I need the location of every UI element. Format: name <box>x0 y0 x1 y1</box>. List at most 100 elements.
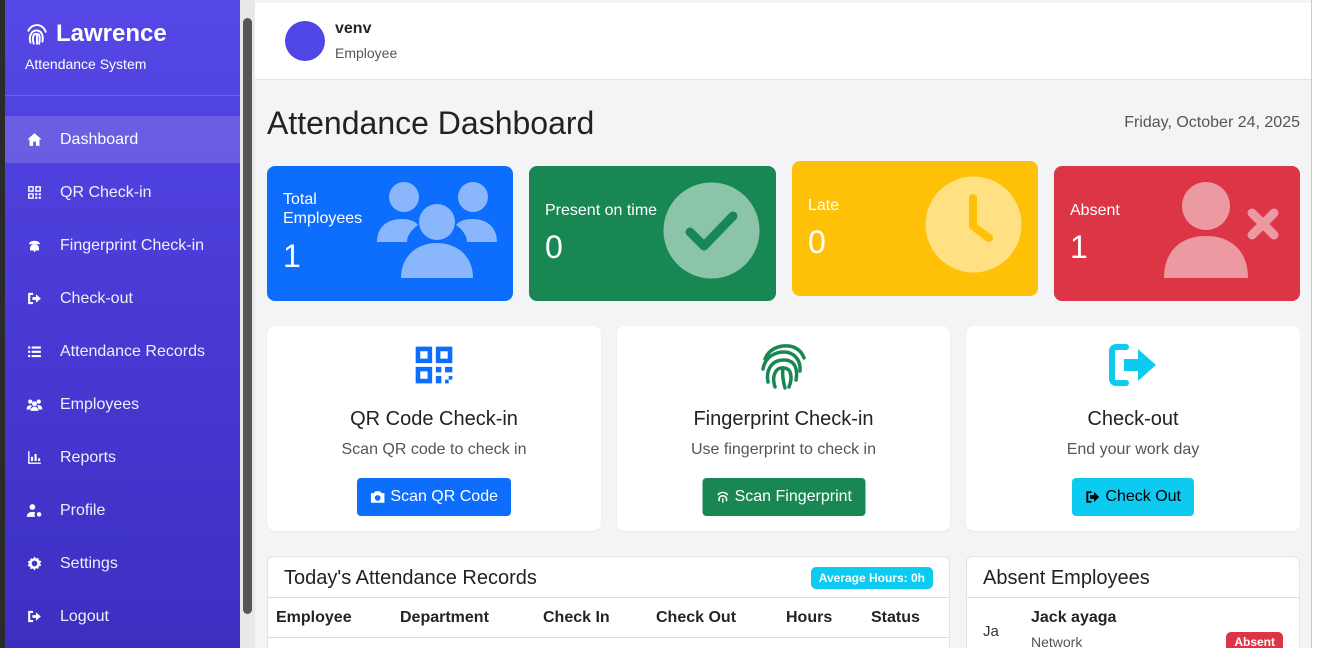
sign-out-icon <box>1086 491 1100 503</box>
list-icon <box>24 342 44 362</box>
card-description: Scan QR code to check in <box>341 441 527 458</box>
avatar[interactable] <box>285 21 325 61</box>
card-header: Today's Attendance Records Average Hours… <box>268 557 949 598</box>
stat-label: Present on time <box>545 202 658 219</box>
logout-icon <box>24 607 44 627</box>
sidebar-item-profile[interactable]: Profile <box>5 487 240 534</box>
stat-label: Absent <box>1070 202 1120 219</box>
qrcode-icon <box>415 346 453 384</box>
fingerprint-icon <box>27 24 47 45</box>
user-cog-icon <box>24 501 44 521</box>
sidebar-item-dashboard[interactable]: Dashboard <box>5 116 240 163</box>
camera-icon <box>370 491 385 503</box>
sidebar-item-label: Dashboard <box>60 130 139 148</box>
column-header[interactable]: Check In <box>543 609 610 627</box>
card-title: QR Code Check-in <box>350 408 518 430</box>
brand-subtitle: Attendance System <box>25 56 147 72</box>
sidebar-item-reports[interactable]: Reports <box>5 434 240 481</box>
sidebar-item-logout[interactable]: Logout <box>5 593 240 640</box>
gear-icon <box>24 554 44 574</box>
card-title: Absent Employees <box>983 567 1150 589</box>
sidebar-item-qr-checkin[interactable]: QR Check-in <box>5 169 240 216</box>
sidebar-item-fingerprint-checkin[interactable]: Fingerprint Check-in <box>5 222 240 269</box>
sidebar-item-label: Profile <box>60 501 106 519</box>
sign-out-icon <box>1109 344 1156 386</box>
sidebar-item-attendance-records[interactable]: Attendance Records <box>5 328 240 375</box>
stat-card-late: Late 0 <box>792 161 1038 296</box>
check-circle-icon <box>663 182 760 279</box>
stat-value: 0 <box>808 224 826 260</box>
employee-department: Network <box>1031 634 1083 648</box>
employee-name[interactable]: Jack ayaga <box>1031 609 1116 627</box>
divider <box>967 597 1299 598</box>
column-header[interactable]: Hours <box>786 609 832 627</box>
stat-card-absent: Absent 1 <box>1054 166 1300 301</box>
sidebar-item-label: Logout <box>60 607 109 625</box>
sidebar-item-label: QR Check-in <box>60 183 152 201</box>
users-icon <box>24 395 44 415</box>
column-header[interactable]: Check Out <box>656 609 736 627</box>
sign-out-icon <box>24 289 44 309</box>
chart-icon <box>24 448 44 468</box>
user-times-icon <box>1164 182 1279 278</box>
brand-title[interactable]: Lawrence <box>24 20 240 48</box>
scan-qr-button[interactable]: Scan QR Code <box>357 478 511 516</box>
stat-label: Total Employees <box>283 191 363 227</box>
button-label: Scan Fingerprint <box>734 488 852 505</box>
window-edge-right <box>1311 0 1317 648</box>
sidebar-item-label: Employees <box>60 395 140 413</box>
sidebar-item-checkout[interactable]: Check-out <box>5 275 240 322</box>
employee-photo: Ja <box>983 623 999 640</box>
card-description: End your work day <box>1066 441 1200 458</box>
button-label: Scan QR Code <box>390 488 498 505</box>
brand-name: Lawrence <box>56 20 167 47</box>
absent-employees-card: Absent Employees Ja Jack ayaga Network A… <box>966 556 1300 648</box>
stat-card-present: Present on time 0 <box>529 166 776 301</box>
card-description: Use fingerprint to check in <box>691 441 876 458</box>
column-header[interactable]: Department <box>400 609 489 627</box>
average-hours-badge: Average Hours: 0h <box>810 567 933 589</box>
scrollbar-thumb[interactable] <box>243 18 252 614</box>
fingerprint-icon <box>716 491 728 503</box>
page-date: Friday, October 24, 2025 <box>1124 114 1300 131</box>
stat-value: 1 <box>283 238 301 274</box>
sidebar-item-employees[interactable]: Employees <box>5 381 240 428</box>
sidebar-item-label: Reports <box>60 448 117 466</box>
sidebar-item-settings[interactable]: Settings <box>5 540 240 587</box>
stat-value: 0 <box>545 229 563 265</box>
sidebar-item-label: Fingerprint Check-in <box>60 236 205 254</box>
sidebar-nav: Dashboard QR Check-in Fingerprint Check-… <box>5 116 240 640</box>
sidebar: Lawrence Attendance System Dashboard QR … <box>5 0 240 648</box>
fingerprint-icon <box>24 236 44 256</box>
checkout-card: Check-out End your work day Check Out <box>966 326 1300 531</box>
sidebar-item-label: Attendance Records <box>60 342 205 360</box>
table-header: Employee Department Check In Check Out H… <box>268 598 949 638</box>
attendance-records-card: Today's Attendance Records Average Hours… <box>267 556 950 648</box>
qrcode-icon <box>24 183 44 203</box>
fingerprint-icon <box>760 344 806 390</box>
check-out-button[interactable]: Check Out <box>1072 478 1194 516</box>
fingerprint-checkin-card: Fingerprint Check-in Use fingerprint to … <box>617 326 950 531</box>
column-header[interactable]: Status <box>871 609 920 627</box>
qr-checkin-card: QR Code Check-in Scan QR code to check i… <box>267 326 601 531</box>
brand: Lawrence Attendance System <box>5 0 240 96</box>
scan-fingerprint-button[interactable]: Scan Fingerprint <box>702 478 865 516</box>
card-title: Fingerprint Check-in <box>693 408 874 430</box>
clock-icon <box>925 176 1022 273</box>
user-name: venv <box>335 20 372 37</box>
status-badge: Absent <box>1226 632 1283 648</box>
stat-value: 1 <box>1070 229 1088 265</box>
button-label: Check Out <box>1105 488 1181 505</box>
stat-card-total: Total Employees 1 <box>267 166 513 301</box>
column-header[interactable]: Employee <box>276 609 352 627</box>
topbar: venv Employee <box>255 3 1311 80</box>
page-title: Attendance Dashboard <box>267 105 595 141</box>
users-icon <box>377 182 497 278</box>
home-icon <box>24 130 44 150</box>
card-title: Today's Attendance Records <box>284 567 537 589</box>
sidebar-item-label: Settings <box>60 554 118 572</box>
stat-label: Late <box>808 197 840 214</box>
sidebar-item-label: Check-out <box>60 289 133 307</box>
card-title: Check-out <box>1087 408 1179 430</box>
user-role: Employee <box>335 45 398 61</box>
